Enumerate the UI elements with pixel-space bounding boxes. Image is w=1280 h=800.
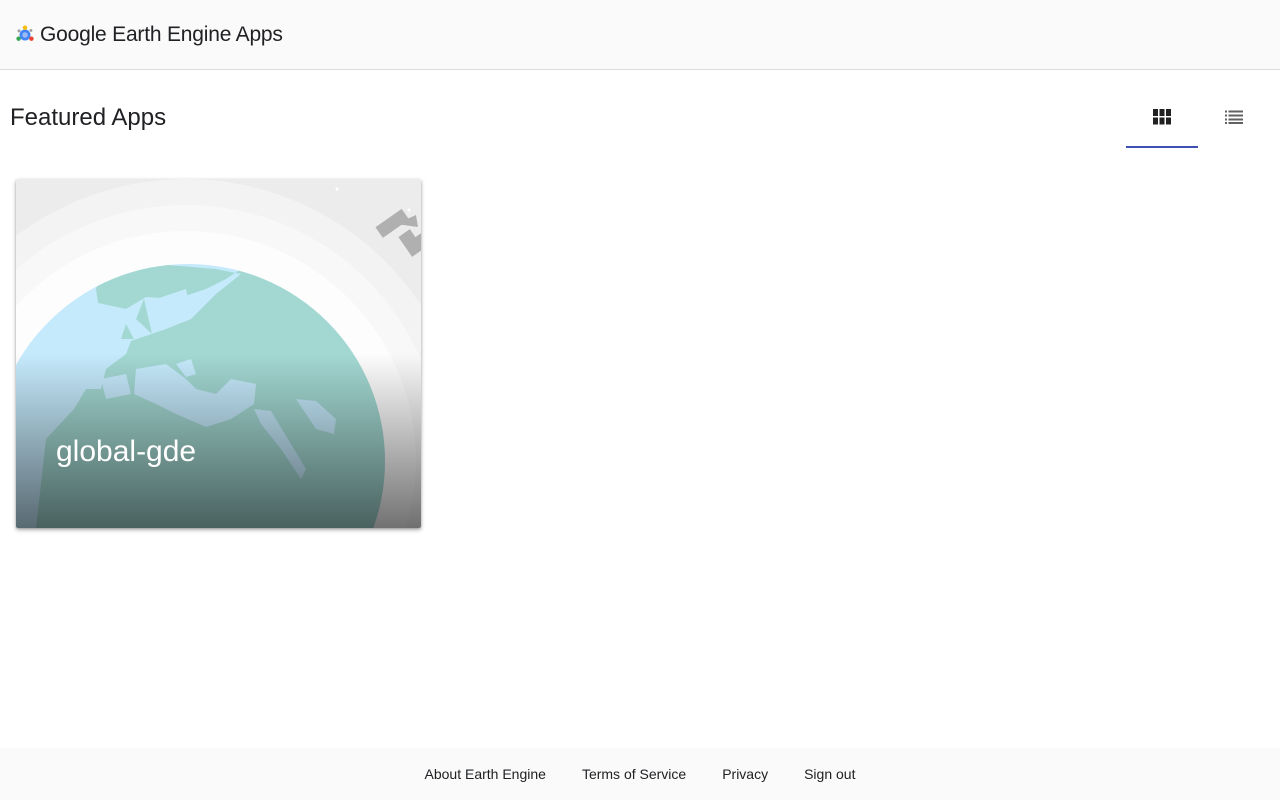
view-toggle (1126, 86, 1270, 148)
earth-satellite-illustration (16, 179, 421, 528)
sign-out-link[interactable]: Sign out (804, 766, 855, 782)
app-title[interactable]: Google Earth Engine Apps (40, 23, 283, 47)
earth-engine-logo-icon[interactable] (14, 24, 36, 46)
app-header: Google Earth Engine Apps (0, 0, 1280, 70)
grid-view-icon (1153, 109, 1171, 125)
terms-of-service-link[interactable]: Terms of Service (582, 766, 686, 782)
privacy-link[interactable]: Privacy (722, 766, 768, 782)
about-earth-engine-link[interactable]: About Earth Engine (425, 766, 546, 782)
grid-view-button[interactable] (1126, 86, 1198, 148)
list-view-button[interactable] (1198, 86, 1270, 148)
app-card-global-gde[interactable]: global-gde (16, 179, 421, 528)
app-card-title: global-gde (56, 435, 197, 468)
page-title: Featured Apps (10, 104, 167, 131)
list-view-icon (1225, 110, 1243, 124)
footer: About Earth Engine Terms of Service Priv… (0, 748, 1280, 800)
